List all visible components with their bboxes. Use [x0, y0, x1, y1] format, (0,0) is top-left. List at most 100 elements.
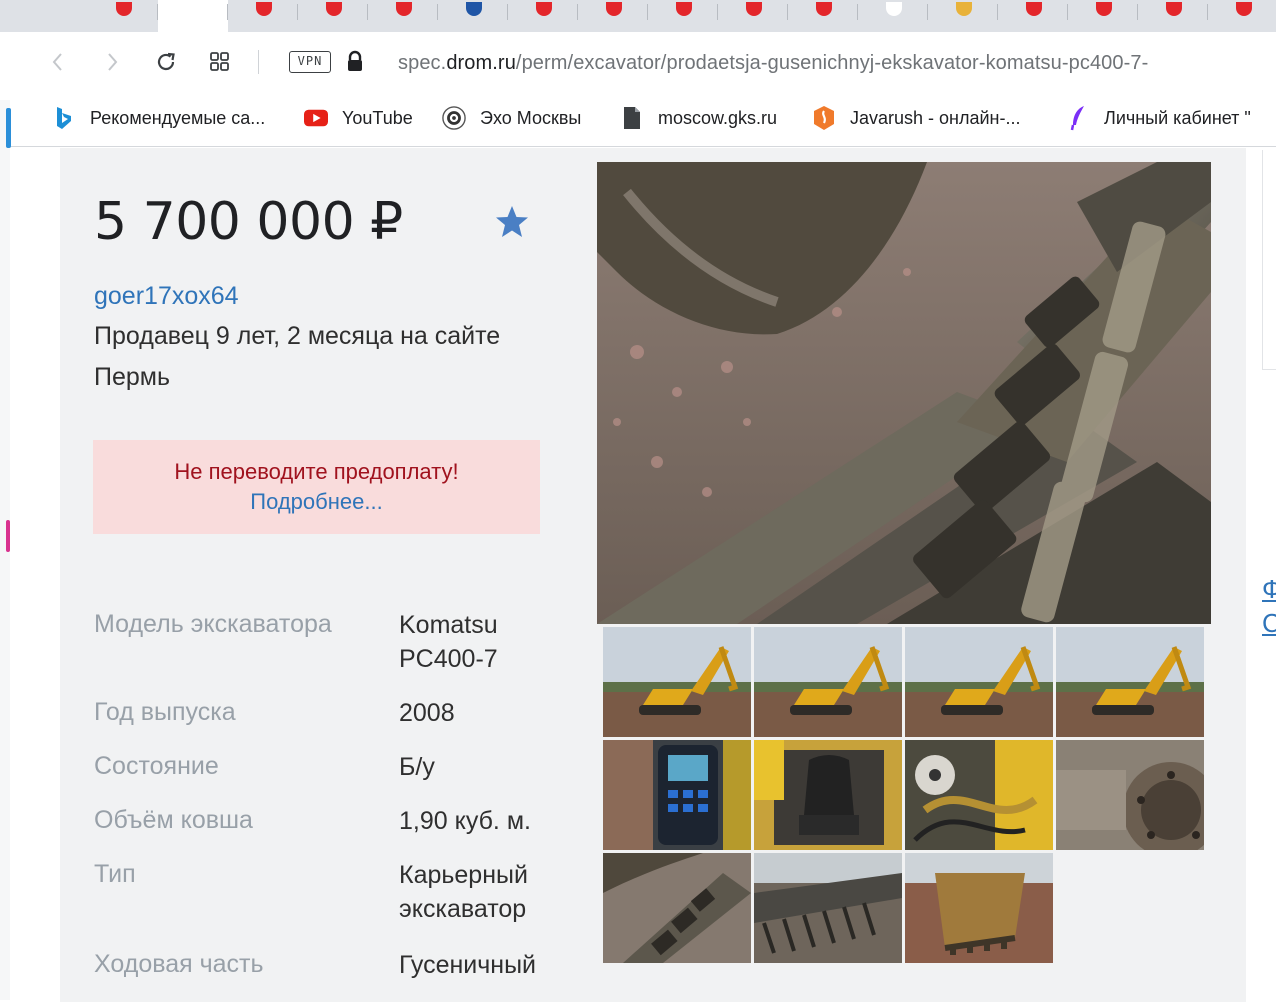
browser-tab[interactable]: [508, 0, 578, 32]
browser-tab[interactable]: [928, 0, 998, 32]
tab-favicon-icon: [1236, 2, 1252, 16]
url-host: drom.ru: [446, 52, 516, 74]
browser-tab[interactable]: [438, 0, 508, 32]
browser-tab[interactable]: [88, 0, 158, 32]
sidebar-marker: [6, 108, 11, 148]
spec-value: Б/у: [399, 753, 435, 781]
photo-thumbnail[interactable]: [754, 740, 902, 850]
browser-tab[interactable]: [368, 0, 438, 32]
warning-more-link[interactable]: Подробнее...: [93, 489, 540, 515]
browser-tab[interactable]: [158, 0, 228, 32]
seller-since: Продавец 9 лет, 2 месяца на сайте: [94, 322, 501, 350]
browser-tab[interactable]: [648, 0, 718, 32]
spec-label: Ходовая часть: [94, 950, 264, 978]
browser-tab[interactable]: [578, 0, 648, 32]
tab-favicon-icon: [1026, 2, 1042, 16]
listing-city: Пермь: [94, 363, 170, 391]
favorite-star-icon[interactable]: [494, 204, 530, 240]
document-icon: [620, 106, 644, 130]
photo-thumbnail[interactable]: [603, 740, 751, 850]
photo-thumbnail[interactable]: [905, 627, 1053, 737]
echo-icon: [442, 106, 466, 130]
youtube-icon: [304, 106, 328, 130]
browser-tab[interactable]: [998, 0, 1068, 32]
tab-favicon-icon: [256, 2, 272, 16]
tab-favicon-icon: [116, 2, 132, 16]
tab-favicon-icon: [186, 2, 202, 16]
tab-favicon-icon: [536, 2, 552, 16]
bookmark-label: Личный кабинет ": [1104, 107, 1251, 128]
photo-thumbnail[interactable]: [1056, 740, 1204, 850]
toolbar-divider: [258, 50, 259, 74]
spec-label: Тип: [94, 860, 136, 888]
photo-thumbnail[interactable]: [905, 853, 1053, 963]
spec-value: Гусеничный: [399, 951, 537, 979]
tab-favicon-icon: [886, 2, 902, 16]
address-bar[interactable]: spec.drom.ru/perm/excavator/prodaetsja-g…: [398, 49, 1276, 77]
browser-tab[interactable]: [858, 0, 928, 32]
spec-value: 2008: [399, 699, 455, 727]
browser-tab[interactable]: [1068, 0, 1138, 32]
spec-label: Объём ковша: [94, 806, 253, 834]
back-arrow-icon: [52, 53, 62, 71]
forward-arrow-icon: [108, 53, 118, 71]
spec-value: Карьерный экскаватор: [399, 861, 528, 923]
tab-favicon-icon: [326, 2, 342, 16]
seller-link[interactable]: goer17xox64: [94, 282, 239, 311]
chrome-divider: [0, 146, 1276, 147]
prepayment-warning: Не переводите предоплату! Подробнее...: [93, 440, 540, 534]
tab-favicon-icon: [816, 2, 832, 16]
back-button[interactable]: [42, 46, 74, 78]
right-side-link[interactable]: Ф С: [1262, 572, 1276, 640]
browser-tab[interactable]: [1208, 0, 1276, 32]
right-side-letters: Ф С: [1262, 574, 1276, 638]
tab-strip: [0, 0, 1276, 32]
bookmark-gks[interactable]: moscow.gks.ru: [620, 100, 777, 136]
forward-button[interactable]: [96, 46, 128, 78]
bookmark-javarush[interactable]: Javarush - онлайн-...: [812, 100, 1021, 136]
tab-favicon-icon: [956, 2, 972, 16]
bookmark-youtube[interactable]: YouTube: [304, 100, 413, 136]
bookmark-cabinet[interactable]: Личный кабинет ": [1066, 100, 1251, 136]
tab-favicon-icon: [466, 2, 482, 16]
spec-label: Год выпуска: [94, 698, 236, 726]
tab-favicon-icon: [746, 2, 762, 16]
reload-icon: [157, 52, 175, 71]
bookmark-recommended[interactable]: Рекомендуемые са...: [52, 100, 265, 136]
spec-label: Состояние: [94, 752, 219, 780]
spec-value: Komatsu PC400-7: [399, 611, 498, 673]
browser-tab[interactable]: [1138, 0, 1208, 32]
tab-favicon-icon: [396, 2, 412, 16]
reload-button[interactable]: [150, 46, 182, 78]
tab-favicon-icon: [676, 2, 692, 16]
main-photo[interactable]: [597, 162, 1211, 624]
bookmark-label: Рекомендуемые са...: [90, 107, 266, 128]
browser-tab[interactable]: [718, 0, 788, 32]
apps-button[interactable]: [204, 46, 236, 78]
bookmark-echo[interactable]: Эхо Москвы: [442, 100, 581, 136]
bookmark-label: Javarush - онлайн-...: [850, 107, 1021, 128]
spec-label: Модель экскаватора: [94, 610, 332, 638]
photo-thumbnail[interactable]: [905, 740, 1053, 850]
right-side-card: [1262, 150, 1276, 370]
javarush-icon: [812, 106, 836, 130]
photo-thumbnail[interactable]: [1056, 627, 1204, 737]
tab-favicon-icon: [1096, 2, 1112, 16]
photo-thumbnail[interactable]: [754, 853, 902, 963]
url-prefix: spec.: [398, 52, 447, 74]
photo-thumbnail[interactable]: [603, 853, 751, 963]
photo-thumbnail[interactable]: [754, 627, 902, 737]
bookmark-label: YouTube: [342, 107, 413, 128]
bookmark-label: moscow.gks.ru: [658, 107, 778, 128]
spec-value: 1,90 куб. м.: [399, 807, 531, 835]
browser-tab[interactable]: [788, 0, 858, 32]
grid-icon: [210, 52, 229, 71]
browser-tab[interactable]: [228, 0, 298, 32]
listing-price: 5 700 000 ₽: [94, 192, 403, 252]
vpn-badge[interactable]: VPN: [289, 51, 331, 73]
photo-thumbnail[interactable]: [603, 627, 751, 737]
lock-icon[interactable]: [346, 50, 364, 72]
tab-favicon-icon: [606, 2, 622, 16]
browser-tab[interactable]: [298, 0, 368, 32]
tab-favicon-icon: [1166, 2, 1182, 16]
